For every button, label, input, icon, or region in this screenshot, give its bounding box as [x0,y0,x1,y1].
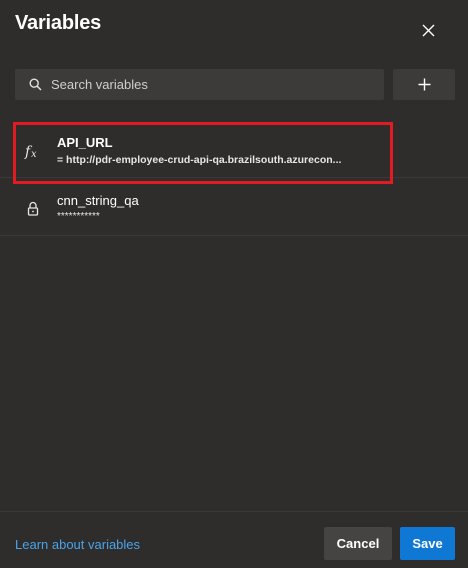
search-icon [29,78,43,92]
variable-name: cnn_string_qa [57,193,139,208]
svg-text:x: x [31,149,37,160]
footer-divider [0,511,468,512]
search-box[interactable] [15,69,384,100]
save-button[interactable]: Save [400,527,455,560]
variable-value: = http://pdr-employee-crud-api-qa.brazil… [57,154,342,166]
learn-about-variables-link[interactable]: Learn about variables [15,537,140,552]
add-variable-button[interactable] [393,69,455,100]
close-button[interactable] [414,16,442,44]
lock-icon [24,200,42,218]
variable-name: API_URL [57,135,113,150]
variable-row-cnn-string-qa[interactable]: cnn_string_qa *********** [0,178,468,236]
plus-icon [418,78,430,91]
cancel-button[interactable]: Cancel [324,527,392,560]
search-input[interactable] [51,77,351,92]
variables-dialog: Variables f x API_URL = h [0,0,468,568]
function-icon: f x [24,142,42,160]
variable-row-api-url[interactable]: f x API_URL = http://pdr-employee-crud-a… [0,120,468,178]
close-icon [422,24,434,36]
variable-value: *********** [57,211,100,222]
variables-list: f x API_URL = http://pdr-employee-crud-a… [0,120,468,236]
dialog-title: Variables [15,12,102,34]
